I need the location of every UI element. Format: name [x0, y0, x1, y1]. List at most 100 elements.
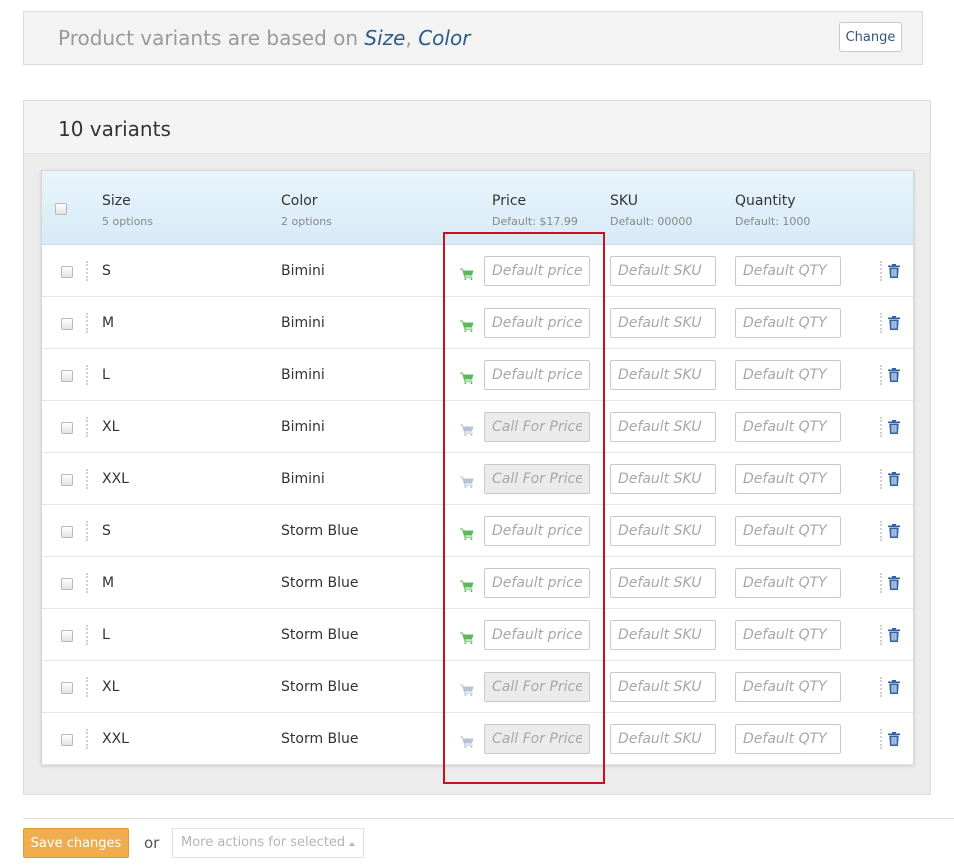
row-select-checkbox[interactable]	[61, 266, 73, 278]
row-select-checkbox[interactable]	[61, 370, 73, 382]
variant-color: Bimini	[281, 471, 325, 487]
row-select-checkbox[interactable]	[61, 318, 73, 330]
table-row: XL Bimini	[42, 401, 913, 453]
sku-input[interactable]	[610, 620, 716, 650]
trash-icon[interactable]	[888, 471, 900, 486]
shopping-cart-icon[interactable]	[460, 317, 474, 332]
sku-input[interactable]	[610, 412, 716, 442]
row-separator-dots	[880, 729, 882, 749]
trash-icon[interactable]	[888, 419, 900, 434]
shopping-cart-disabled-icon[interactable]	[460, 473, 474, 488]
shopping-cart-disabled-icon[interactable]	[460, 733, 474, 748]
table-row: XXL Storm Blue	[42, 713, 913, 765]
attribute-separator: ,	[405, 26, 412, 50]
row-separator-dots	[880, 313, 882, 333]
column-size-subtitle: 5 options	[102, 215, 154, 228]
more-actions-select[interactable]: More actions for selected	[172, 828, 364, 858]
sku-input[interactable]	[610, 360, 716, 390]
shopping-cart-icon[interactable]	[460, 577, 474, 592]
variant-size: XXL	[102, 471, 129, 487]
drag-handle-icon[interactable]	[86, 365, 88, 385]
quantity-input[interactable]	[735, 308, 841, 338]
variant-color: Storm Blue	[281, 731, 359, 747]
row-separator-dots	[880, 469, 882, 489]
quantity-input[interactable]	[735, 672, 841, 702]
row-select-checkbox[interactable]	[61, 474, 73, 486]
drag-handle-icon[interactable]	[86, 417, 88, 437]
table-row: XXL Bimini	[42, 453, 913, 505]
column-size-title: Size	[102, 193, 131, 209]
variant-size: M	[102, 575, 115, 591]
sku-input[interactable]	[610, 516, 716, 546]
row-separator-dots	[880, 521, 882, 541]
trash-icon[interactable]	[888, 263, 900, 278]
price-input[interactable]	[484, 412, 590, 442]
row-select-checkbox[interactable]	[61, 682, 73, 694]
row-separator-dots	[880, 417, 882, 437]
shopping-cart-disabled-icon[interactable]	[460, 681, 474, 696]
price-input[interactable]	[484, 672, 590, 702]
drag-handle-icon[interactable]	[86, 677, 88, 697]
price-input[interactable]	[484, 568, 590, 598]
trash-icon[interactable]	[888, 679, 900, 694]
sku-input[interactable]	[610, 308, 716, 338]
quantity-input[interactable]	[735, 360, 841, 390]
drag-handle-icon[interactable]	[86, 313, 88, 333]
row-select-checkbox[interactable]	[61, 734, 73, 746]
price-input[interactable]	[484, 360, 590, 390]
quantity-input[interactable]	[735, 464, 841, 494]
drag-handle-icon[interactable]	[86, 521, 88, 541]
price-input[interactable]	[484, 516, 590, 546]
row-separator-dots	[880, 261, 882, 281]
row-select-checkbox[interactable]	[61, 526, 73, 538]
variant-size: S	[102, 263, 111, 279]
row-select-checkbox[interactable]	[61, 422, 73, 434]
drag-handle-icon[interactable]	[86, 625, 88, 645]
shopping-cart-icon[interactable]	[460, 265, 474, 280]
sku-input[interactable]	[610, 568, 716, 598]
shopping-cart-icon[interactable]	[460, 629, 474, 644]
sku-input[interactable]	[610, 464, 716, 494]
shopping-cart-icon[interactable]	[460, 369, 474, 384]
sku-input[interactable]	[610, 672, 716, 702]
table-row: S Bimini	[42, 245, 913, 297]
drag-handle-icon[interactable]	[86, 469, 88, 489]
table-row: L Storm Blue	[42, 609, 913, 661]
row-select-checkbox[interactable]	[61, 630, 73, 642]
row-separator-dots	[880, 573, 882, 593]
column-quantity-title: Quantity	[735, 193, 796, 209]
price-input[interactable]	[484, 308, 590, 338]
sku-input[interactable]	[610, 256, 716, 286]
quantity-input[interactable]	[735, 516, 841, 546]
shopping-cart-icon[interactable]	[460, 525, 474, 540]
price-input[interactable]	[484, 256, 590, 286]
quantity-input[interactable]	[735, 412, 841, 442]
quantity-input[interactable]	[735, 724, 841, 754]
trash-icon[interactable]	[888, 315, 900, 330]
select-all-checkbox[interactable]	[55, 203, 67, 215]
drag-handle-icon[interactable]	[86, 261, 88, 281]
row-separator-dots	[880, 625, 882, 645]
trash-icon[interactable]	[888, 367, 900, 382]
drag-handle-icon[interactable]	[86, 573, 88, 593]
trash-icon[interactable]	[888, 575, 900, 590]
price-input[interactable]	[484, 620, 590, 650]
variants-basis-bar: Product variants are based on Size, Colo…	[23, 11, 923, 65]
price-input[interactable]	[484, 464, 590, 494]
trash-icon[interactable]	[888, 523, 900, 538]
save-changes-button[interactable]: Save changes	[23, 828, 129, 858]
price-input[interactable]	[484, 724, 590, 754]
quantity-input[interactable]	[735, 568, 841, 598]
quantity-input[interactable]	[735, 620, 841, 650]
sku-input[interactable]	[610, 724, 716, 754]
quantity-input[interactable]	[735, 256, 841, 286]
variants-basis-text: Product variants are based on Size, Colo…	[58, 26, 470, 50]
trash-icon[interactable]	[888, 731, 900, 746]
shopping-cart-disabled-icon[interactable]	[460, 421, 474, 436]
row-select-checkbox[interactable]	[61, 578, 73, 590]
drag-handle-icon[interactable]	[86, 729, 88, 749]
variant-color: Bimini	[281, 367, 325, 383]
trash-icon[interactable]	[888, 627, 900, 642]
change-attributes-button[interactable]: Change	[839, 22, 902, 52]
table-row: M Storm Blue	[42, 557, 913, 609]
